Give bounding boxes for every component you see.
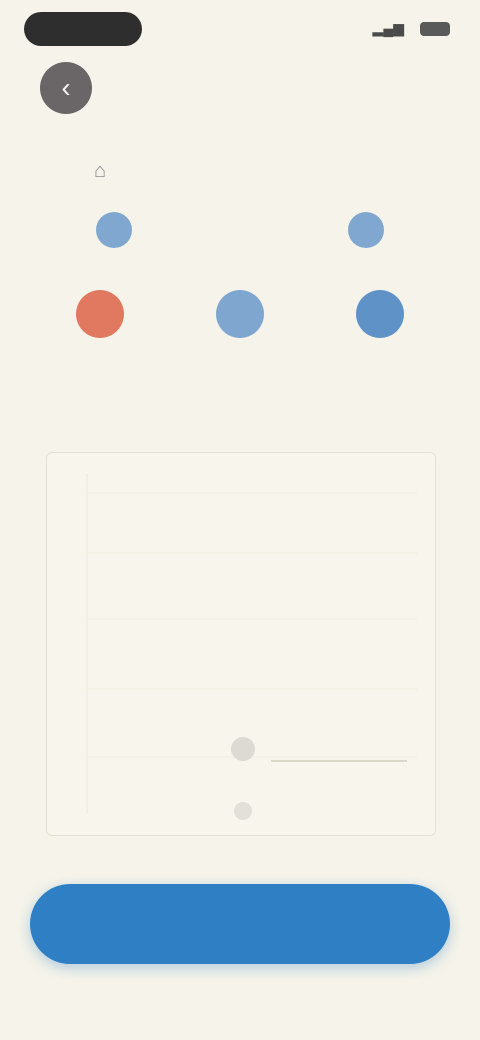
book-button[interactable] xyxy=(30,884,450,964)
header: ‹ xyxy=(0,62,480,122)
bus-icon: ⌂ xyxy=(93,159,107,182)
stop-destination[interactable] xyxy=(320,286,440,406)
stop-middle[interactable] xyxy=(180,286,300,406)
status-icons: ▂▄▆ xyxy=(373,20,450,37)
timeline-point[interactable] xyxy=(231,737,255,761)
left-marker[interactable] xyxy=(96,212,132,248)
destination-marker-icon xyxy=(356,290,404,338)
route-summary: ⌂ xyxy=(80,154,420,188)
signal-icon: ▂▄▆ xyxy=(372,20,404,36)
status-bar: ▂▄▆ xyxy=(0,0,480,60)
footer-row xyxy=(0,968,480,996)
back-button[interactable]: ‹ xyxy=(40,62,92,114)
chart-canvas xyxy=(86,473,417,820)
back-arrow-icon: ‹ xyxy=(61,72,71,103)
stop-marker-icon xyxy=(216,290,264,338)
right-marker[interactable] xyxy=(348,212,384,248)
camera-pill xyxy=(24,12,142,46)
top-markers xyxy=(0,208,480,252)
schedule-chart xyxy=(46,452,436,836)
origin-marker-icon xyxy=(76,290,124,338)
battery-icon xyxy=(420,21,450,36)
stop-origin[interactable] xyxy=(40,286,160,406)
stops-row xyxy=(40,286,440,406)
timeline-point[interactable] xyxy=(234,802,252,820)
